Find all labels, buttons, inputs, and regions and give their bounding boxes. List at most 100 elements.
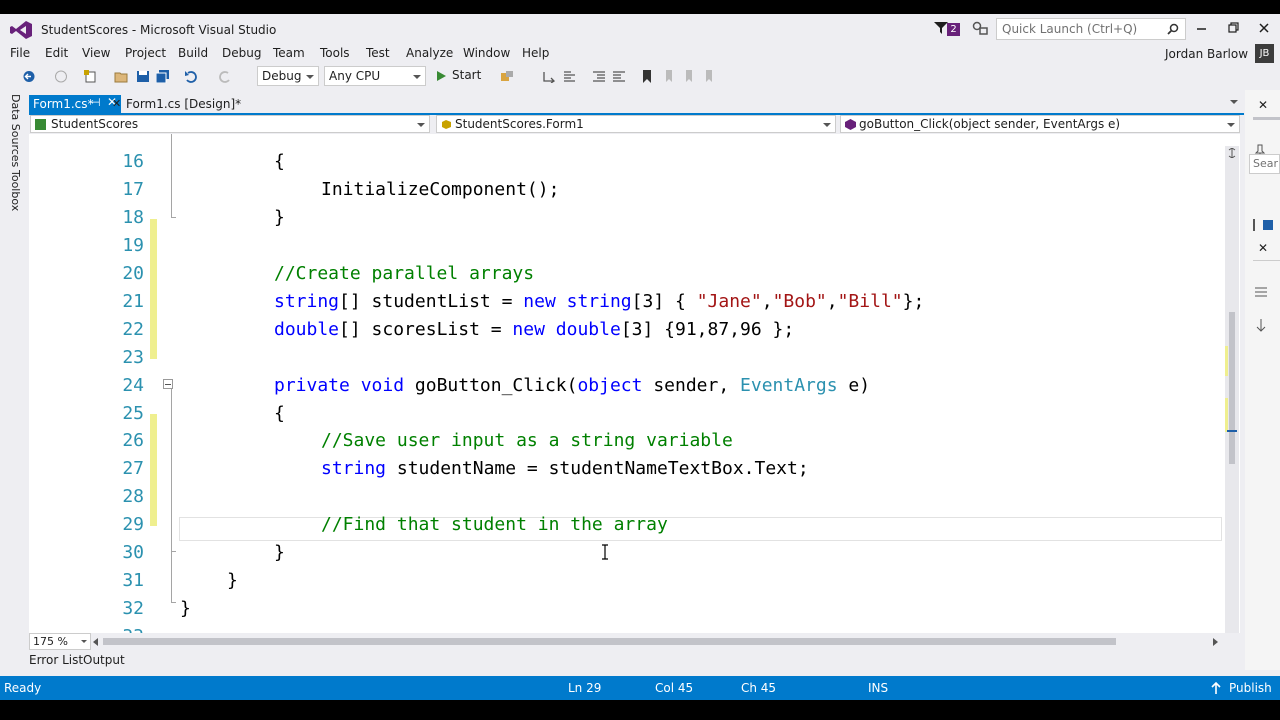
chevron-down-icon — [823, 123, 831, 127]
quick-launch-input[interactable]: Quick Launch (Ctrl+Q) — [996, 18, 1186, 40]
member-navigation-dropdown[interactable]: goButton_Click(object sender, EventArgs … — [840, 115, 1240, 133]
navigate-forward-icon[interactable] — [54, 70, 68, 83]
open-file-icon[interactable] — [114, 70, 128, 83]
change-indicator — [150, 414, 157, 526]
output-tab[interactable]: Output — [83, 653, 125, 667]
avatar[interactable]: JB — [1255, 44, 1274, 63]
maximize-button[interactable] — [1226, 20, 1242, 36]
panel-scrollbar — [1253, 117, 1280, 120]
close-window-button[interactable] — [1256, 20, 1272, 36]
line-number: 16 — [122, 151, 144, 172]
tab-overflow-chevron-icon[interactable] — [1230, 100, 1238, 104]
new-project-icon[interactable] — [84, 70, 98, 83]
vertical-scroll-thumb[interactable] — [1229, 312, 1235, 464]
chevron-down-icon — [413, 75, 421, 79]
change-map-marker — [1225, 346, 1228, 376]
line-number: 29 — [122, 514, 144, 535]
outline-guide — [171, 384, 172, 602]
search-icon — [1167, 23, 1179, 35]
scroll-left-arrow-icon[interactable] — [93, 638, 98, 646]
step-into-icon[interactable] — [542, 70, 556, 83]
line-number: 30 — [122, 542, 144, 563]
split-editor-icon[interactable] — [1227, 148, 1237, 158]
pin-icon[interactable]: ⊣ — [91, 96, 101, 109]
clear-bookmarks-icon[interactable] — [702, 70, 716, 83]
horizontal-scroll-thumb[interactable] — [103, 638, 1116, 645]
sort-icon[interactable] — [1254, 318, 1268, 332]
menu-window[interactable]: Window — [463, 46, 510, 60]
notification-flag-icon[interactable] — [934, 22, 948, 34]
menu-edit[interactable]: Edit — [45, 46, 68, 60]
step-over-icon[interactable] — [563, 70, 577, 83]
project-name: StudentScores — [51, 117, 139, 131]
play-icon — [437, 71, 446, 81]
toolbox-tab[interactable]: Toolbox — [9, 170, 22, 211]
tab-form1-cs[interactable]: Form1.cs* ⊣ ✕ — [29, 95, 121, 113]
data-sources-tab[interactable]: Data Sources — [9, 94, 22, 167]
menu-debug[interactable]: Debug — [222, 46, 261, 60]
outdent-icon[interactable] — [592, 70, 606, 83]
error-list-tab[interactable]: Error List — [29, 653, 83, 667]
attach-process-icon[interactable] — [500, 70, 514, 83]
navigate-back-icon[interactable] — [22, 70, 36, 83]
window-title: StudentScores - Microsoft Visual Studio — [41, 23, 277, 37]
menu-view[interactable]: View — [82, 46, 110, 60]
save-all-icon[interactable] — [156, 70, 170, 83]
solution-search-placeholder: Sear — [1253, 157, 1279, 170]
line-number: 32 — [122, 598, 144, 619]
menu-help[interactable]: Help — [522, 46, 549, 60]
save-icon[interactable] — [136, 70, 150, 83]
status-text: Ready — [4, 681, 42, 695]
feedback-icon[interactable] — [972, 21, 988, 35]
configuration-dropdown[interactable]: Debug — [257, 66, 319, 86]
class-navigation-dropdown[interactable]: StudentScores.Form1 — [436, 115, 836, 133]
code-editor[interactable]: 16 17 18 19 20 21 22 23 24 25 26 27 28 2… — [29, 134, 1240, 634]
collapse-region-button[interactable] — [163, 379, 173, 389]
line-number: 27 — [122, 458, 144, 479]
close-panel-icon[interactable]: ✕ — [1258, 241, 1268, 255]
menu-test[interactable]: Test — [366, 46, 390, 60]
scroll-right-arrow-icon[interactable] — [1213, 638, 1218, 646]
undo-icon[interactable] — [184, 70, 198, 83]
change-indicator — [150, 219, 157, 359]
line-number: 21 — [122, 291, 144, 312]
code-line-17: InitializeComponent(); — [321, 179, 560, 200]
tab-label: Form1.cs* — [33, 97, 94, 111]
menu-build[interactable]: Build — [178, 46, 208, 60]
menu-analyze[interactable]: Analyze — [406, 46, 453, 60]
tab-form1-design[interactable]: Form1.cs [Design]* — [126, 97, 241, 111]
line-number: 22 — [122, 319, 144, 340]
project-navigation-dropdown[interactable]: StudentScores — [30, 115, 430, 133]
bookmark-icon[interactable] — [640, 70, 654, 83]
solution-tree-item-icon[interactable] — [1253, 218, 1280, 232]
minimize-button[interactable] — [1194, 20, 1210, 36]
line-number: 25 — [122, 403, 144, 424]
signed-in-user[interactable]: Jordan Barlow — [1165, 47, 1248, 61]
outline-guide — [171, 134, 172, 218]
status-column: Col 45 — [655, 681, 694, 695]
menu-tools[interactable]: Tools — [320, 46, 350, 60]
next-bookmark-icon[interactable] — [682, 70, 696, 83]
text-cursor-icon — [602, 544, 608, 560]
menu-file[interactable]: File — [10, 46, 30, 60]
zoom-level-dropdown[interactable]: 175 % — [29, 633, 91, 650]
menu-team[interactable]: Team — [273, 46, 305, 60]
solution-search-input[interactable]: Sear — [1249, 154, 1280, 174]
code-line-22: double[] scoresList = new double[3] {91,… — [274, 319, 795, 340]
arrow-up-icon — [1211, 682, 1221, 694]
editor-vertical-scrollbar[interactable] — [1225, 146, 1239, 642]
class-icon — [442, 120, 451, 129]
title-bar: StudentScores - Microsoft Visual Studio … — [0, 14, 1280, 44]
menu-project[interactable]: Project — [125, 46, 166, 60]
prev-bookmark-icon[interactable] — [662, 70, 676, 83]
properties-icon[interactable] — [1254, 286, 1268, 298]
redo-icon[interactable] — [218, 70, 232, 83]
close-panel-icon[interactable]: ✕ — [1258, 98, 1268, 112]
notification-count-badge[interactable]: 2 — [947, 23, 960, 36]
platform-dropdown[interactable]: Any CPU — [324, 66, 426, 86]
close-tab-icon[interactable]: ✕ — [112, 97, 121, 110]
solution-explorer-panel: ✕ Sear ✕ — [1245, 90, 1280, 670]
publish-label: Publish — [1229, 681, 1272, 695]
line-number: 26 — [122, 430, 144, 451]
indent-icon[interactable] — [612, 70, 626, 83]
